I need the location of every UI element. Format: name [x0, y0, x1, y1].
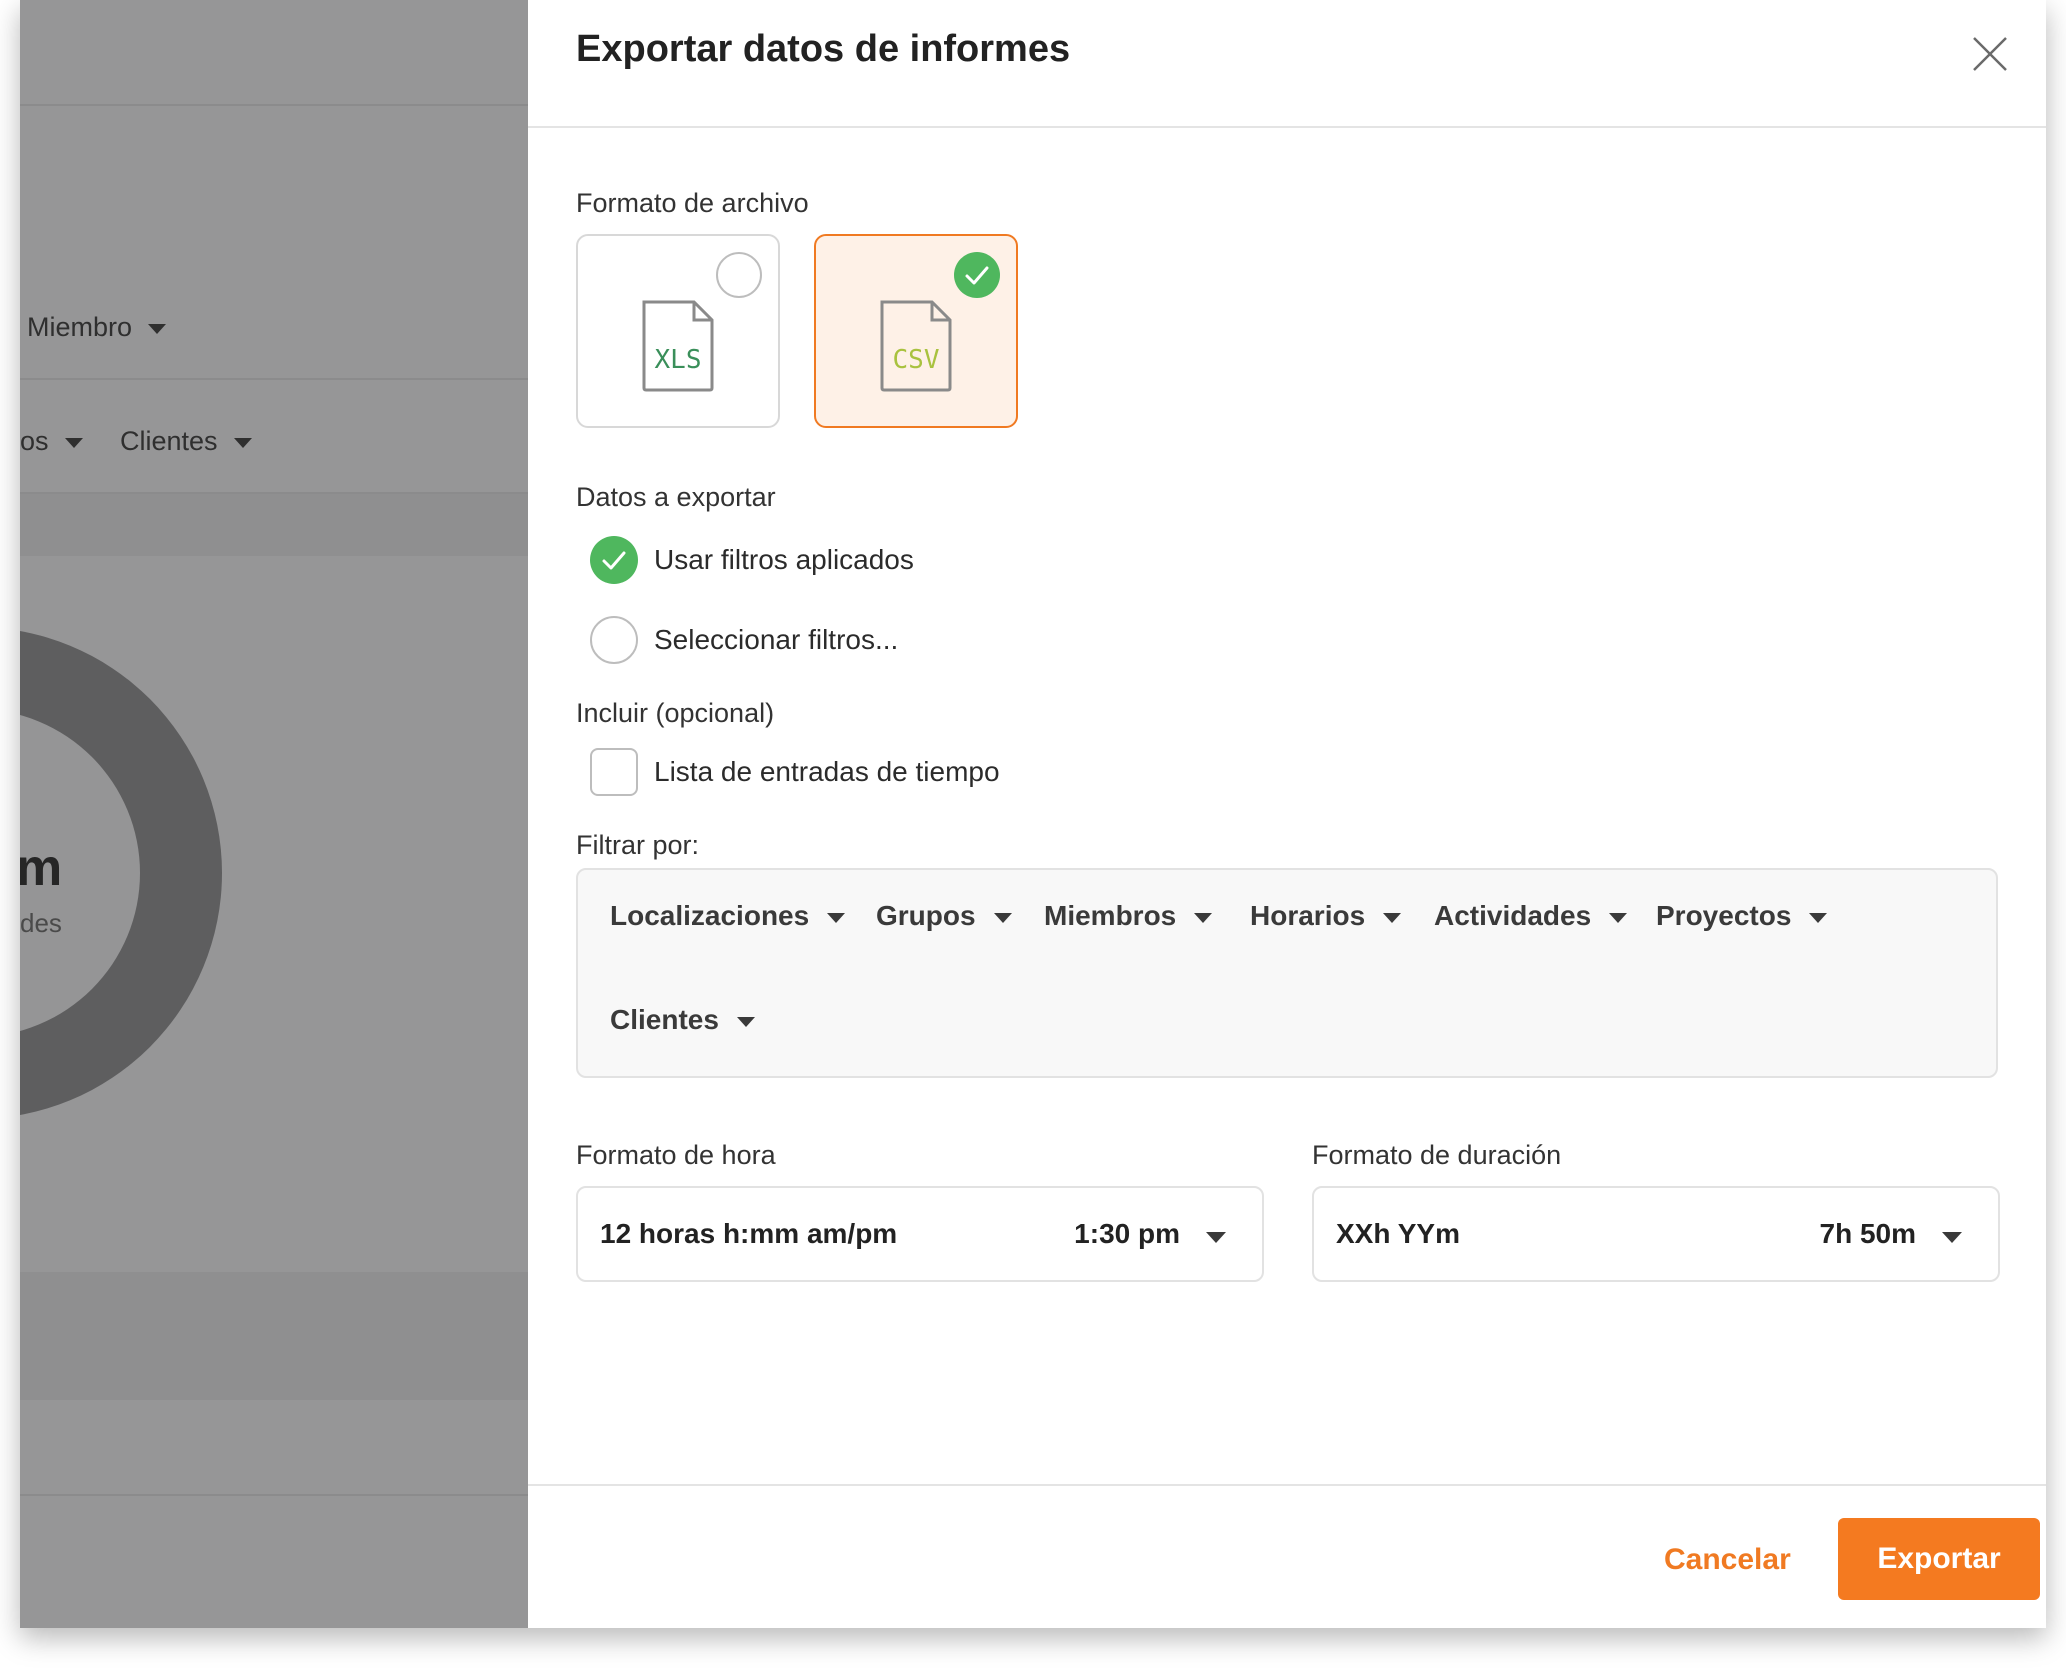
radio-selected-icon	[954, 252, 1000, 298]
partial-filter: os	[20, 426, 83, 457]
use-applied-filters-label: Usar filtros aplicados	[654, 544, 914, 575]
band	[20, 494, 528, 556]
filter-chip-label: Proyectos	[1656, 900, 1792, 931]
check-icon	[965, 266, 989, 285]
time-entries-label: Lista de entradas de tiempo	[654, 756, 1000, 787]
export-button[interactable]: Exportar	[1838, 1518, 2040, 1600]
caret-down-icon	[993, 912, 1012, 923]
member-filter: Miembro	[27, 312, 167, 343]
duration-format-label: Formato de duración	[1312, 1140, 1562, 1170]
caret-down-icon	[148, 323, 167, 334]
caret-down-icon	[64, 437, 83, 448]
summary-value: m	[20, 839, 63, 897]
filter-chips-container: Localizaciones Grupos Miembros Horarios …	[576, 868, 1998, 1078]
divider	[20, 378, 528, 380]
check-icon	[602, 551, 626, 570]
duration-format-value: XXh YYm	[1336, 1218, 1460, 1249]
cancel-button[interactable]: Cancelar	[1654, 1520, 1801, 1600]
filter-chip-label: Localizaciones	[610, 900, 810, 931]
filter-chip-clientes[interactable]: Clientes	[610, 1004, 755, 1036]
time-format-label: Formato de hora	[576, 1140, 776, 1170]
clients-filter-label: Clientes	[120, 426, 218, 456]
filter-chip-label: Miembros	[1044, 900, 1177, 931]
band	[20, 1272, 528, 1400]
clients-filter: Clientes	[120, 426, 252, 457]
screen: Miembro os Clientes m des Exportar datos…	[20, 0, 2046, 1628]
filter-chip-actividades[interactable]: Actividades	[1434, 900, 1628, 932]
select-filters-label: Seleccionar filtros...	[654, 624, 899, 655]
caret-down-icon	[1609, 912, 1628, 923]
filter-chip-proyectos[interactable]: Proyectos	[1656, 900, 1828, 932]
xls-file-icon: XLS	[642, 300, 714, 392]
dialog-header: Exportar datos de informes	[528, 0, 2046, 128]
csv-format-option[interactable]: CSV	[814, 234, 1018, 428]
filter-chip-miembros[interactable]: Miembros	[1044, 900, 1213, 932]
time-format-value: 12 horas h:mm am/pm	[600, 1218, 898, 1249]
csv-file-icon: CSV	[880, 300, 952, 392]
background-app-overlay: Miembro os Clientes m des	[20, 0, 528, 1628]
radio-unselected-icon	[590, 616, 638, 664]
filter-by-label: Filtrar por:	[576, 830, 700, 860]
caret-down-icon	[1206, 1232, 1226, 1243]
export-dialog: Exportar datos de informes Formato de ar…	[528, 0, 2046, 1628]
filter-chip-label: Horarios	[1250, 900, 1366, 931]
xls-format-option[interactable]: XLS	[576, 234, 780, 428]
partial-filter-label: os	[20, 426, 49, 456]
duration-format-select[interactable]: XXh YYm 7h 50m	[1312, 1186, 2000, 1282]
summary-caption: des	[20, 908, 62, 938]
filter-chip-label: Grupos	[876, 900, 976, 931]
duration-format-example: 7h 50m	[1819, 1218, 1917, 1249]
filter-chip-label: Clientes	[610, 1004, 719, 1035]
caret-down-icon	[1383, 912, 1402, 923]
include-label: Incluir (opcional)	[576, 698, 775, 728]
time-entries-checkbox[interactable]	[590, 748, 638, 796]
caret-down-icon	[1194, 912, 1213, 923]
caret-down-icon	[1809, 912, 1828, 923]
time-format-select[interactable]: 12 horas h:mm am/pm 1:30 pm	[576, 1186, 1264, 1282]
filter-chip-label: Actividades	[1434, 900, 1592, 931]
xls-file-label: XLS	[655, 345, 702, 375]
radio-selected-icon	[590, 536, 638, 584]
dialog-title: Exportar datos de informes	[576, 28, 1071, 70]
caret-down-icon	[827, 912, 846, 923]
data-to-export-label: Datos a exportar	[576, 482, 776, 512]
filter-chip-localizaciones[interactable]: Localizaciones	[610, 900, 846, 932]
caret-down-icon	[736, 1016, 755, 1027]
caret-down-icon	[233, 437, 252, 448]
dialog-footer-divider	[528, 1484, 2046, 1486]
caret-down-icon	[1942, 1232, 1962, 1243]
csv-file-label: CSV	[893, 345, 940, 375]
divider	[20, 1494, 528, 1496]
close-icon[interactable]	[1970, 34, 2010, 74]
time-format-example: 1:30 pm	[1074, 1218, 1180, 1249]
file-format-label: Formato de archivo	[576, 188, 809, 218]
filter-chip-horarios[interactable]: Horarios	[1250, 900, 1402, 932]
member-filter-label: Miembro	[27, 312, 133, 342]
radio-unselected-icon	[716, 252, 762, 298]
filter-chip-grupos[interactable]: Grupos	[876, 900, 1012, 932]
divider	[20, 104, 528, 106]
